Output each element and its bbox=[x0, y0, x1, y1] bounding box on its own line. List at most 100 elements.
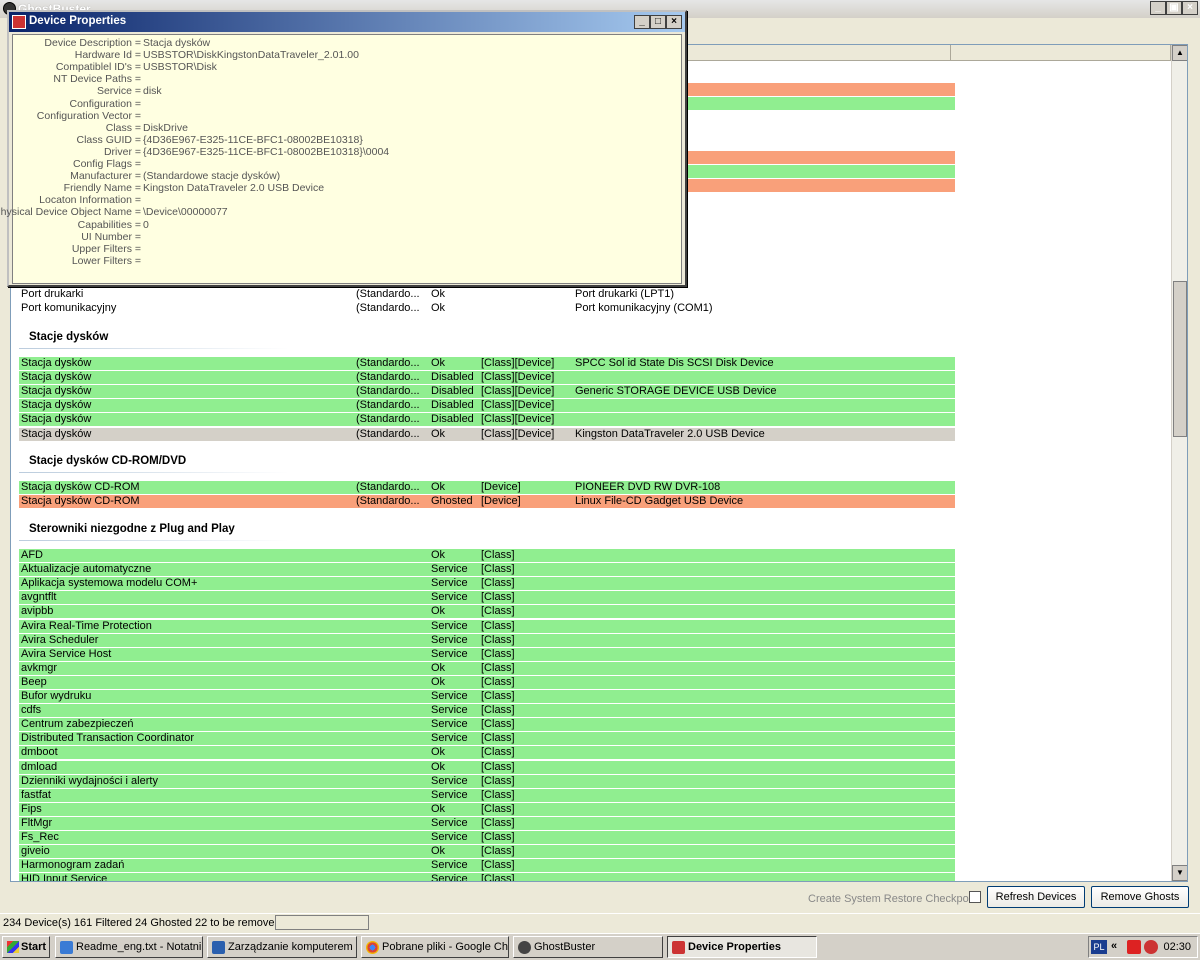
cell-status: Service bbox=[431, 732, 468, 745]
cell-status: Disabled bbox=[431, 399, 474, 412]
restore-checkpoint-checkbox[interactable] bbox=[969, 891, 981, 903]
table-row[interactable]: Stacja dysków (Standardo... Disabled [Class… bbox=[19, 413, 955, 427]
table-row[interactable]: Fips Ok [Class] bbox=[19, 802, 955, 816]
property-key: Configuration Vector = bbox=[36, 109, 141, 122]
cell-status: Service bbox=[431, 690, 468, 702]
cell-name: giveio bbox=[21, 845, 50, 858]
table-row[interactable]: Harmonogram zadań Service [Class] bbox=[19, 859, 955, 873]
language-indicator[interactable]: PL bbox=[1091, 940, 1107, 954]
cell-mfr: (Standardo... bbox=[356, 357, 420, 369]
device-properties-icon bbox=[12, 15, 26, 29]
table-row[interactable]: Aktualizacje automatyczne Service [Class] bbox=[19, 563, 955, 577]
dialog-window-controls: _ □ × bbox=[634, 15, 682, 29]
table-row[interactable]: giveio Ok [Class] bbox=[19, 845, 955, 859]
cell-filter: [Device] bbox=[481, 481, 521, 493]
table-row[interactable]: dmload Ok [Class] bbox=[19, 760, 955, 774]
taskbar-item-device-properties[interactable]: Device Properties bbox=[667, 936, 817, 958]
scroll-up-icon[interactable]: ▲ bbox=[1172, 45, 1187, 61]
table-row[interactable]: avipbb Ok [Class] bbox=[19, 605, 955, 619]
cell-name: AFD bbox=[21, 549, 43, 561]
cell-status: Service bbox=[431, 873, 468, 882]
table-row[interactable]: Aplikacja systemowa modelu COM+ Service [C… bbox=[19, 577, 955, 591]
cell-name: FltMgr bbox=[21, 816, 53, 829]
table-row[interactable]: HID Input Service Service [Class] bbox=[19, 873, 955, 882]
table-row[interactable]: Stacja dysków (Standardo... Disabled [Class… bbox=[19, 385, 955, 399]
cell-name: avipbb bbox=[21, 605, 54, 618]
table-row[interactable]: Centrum zabezpieczeń Service [Class] bbox=[19, 718, 955, 732]
cell-name: Aktualizacje automatyczne bbox=[21, 563, 152, 576]
restore-button[interactable]: ▣ bbox=[1166, 1, 1182, 15]
cell-filter: [Class] bbox=[481, 647, 515, 660]
table-row[interactable]: Avira Real-Time Protection Service [Class] bbox=[19, 619, 955, 633]
taskbar-item-computer-management[interactable]: Zarządzanie komputerem bbox=[207, 936, 357, 958]
remove-ghosts-button[interactable]: Remove Ghosts bbox=[1091, 886, 1189, 908]
cell-filter: [Class] bbox=[481, 816, 515, 829]
cell-status: Disabled bbox=[431, 385, 474, 398]
cell-name: dmboot bbox=[21, 746, 58, 759]
dialog-minimize-button[interactable]: _ bbox=[634, 15, 650, 29]
shield-icon[interactable] bbox=[1144, 940, 1158, 954]
taskbar-item-chrome[interactable]: Pobrane pliki - Google Ch... bbox=[361, 936, 509, 958]
cell-mfr: (Standardo... bbox=[356, 302, 420, 314]
cell-name: Stacja dysków bbox=[21, 399, 92, 412]
property-key: Hardware Id = bbox=[74, 49, 141, 62]
dialog-titlebar[interactable]: Device Properties _ □ × bbox=[9, 12, 685, 32]
table-row[interactable]: Port drukarki (Standardo... Ok Port drukark… bbox=[19, 288, 955, 301]
tray-expand-icon[interactable]: « bbox=[1111, 940, 1117, 952]
table-row[interactable]: cdfs Service [Class] bbox=[19, 704, 955, 718]
table-row[interactable]: Dzienniki wydajności i alerty Service [Cla… bbox=[19, 774, 955, 788]
table-row[interactable]: Avira Scheduler Service [Class] bbox=[19, 633, 955, 647]
minimize-button[interactable]: _ bbox=[1150, 1, 1166, 15]
table-row[interactable]: FltMgr Service [Class] bbox=[19, 816, 955, 830]
table-row[interactable]: Distributed Transaction Coordinator Servi… bbox=[19, 732, 955, 746]
table-row[interactable]: Stacja dysków CD-ROM (Standardo... Ghosted… bbox=[19, 495, 955, 508]
start-button[interactable]: Start bbox=[2, 936, 50, 958]
vertical-scrollbar[interactable]: ▲ ▼ bbox=[1171, 45, 1187, 881]
cell-name: avgntflt bbox=[21, 591, 57, 604]
table-row[interactable]: Port komunikacyjny (Standardo... Ok Port ko… bbox=[19, 302, 955, 315]
cell-name: Bufor wydruku bbox=[21, 690, 92, 702]
column-header[interactable] bbox=[951, 45, 1171, 61]
dialog-maximize-button[interactable]: □ bbox=[650, 15, 666, 29]
cell-filter: [Class][Device] bbox=[481, 427, 555, 440]
table-row[interactable]: Stacja dysków (Standardo... Disabled [Class… bbox=[19, 371, 955, 385]
taskbar-item-ghostbuster[interactable]: GhostBuster bbox=[513, 936, 663, 958]
scroll-down-icon[interactable]: ▼ bbox=[1172, 865, 1187, 881]
status-bar: 234 Device(s) 161 Filtered 24 Ghosted 22… bbox=[0, 913, 1200, 931]
device-properties-dialog[interactable]: Device Properties _ □ × Device Descripti… bbox=[0, 10, 687, 287]
table-row[interactable]: Beep Ok [Class] bbox=[19, 675, 955, 689]
table-row[interactable]: Stacja dysków (Standardo... Ok [Class][Devi… bbox=[19, 357, 955, 370]
table-row[interactable]: avgntflt Service [Class] bbox=[19, 591, 955, 605]
table-row[interactable]: dmboot Ok [Class] bbox=[19, 746, 955, 760]
dialog-close-button[interactable]: × bbox=[666, 15, 682, 29]
table-row[interactable]: fastfat Service [Class] bbox=[19, 788, 955, 802]
cell-filter: [Class] bbox=[481, 718, 515, 731]
cell-status: Ok bbox=[431, 288, 446, 300]
table-row[interactable]: Stacja dysków (Standardo... Ok [Class][Devi… bbox=[19, 427, 955, 441]
table-row[interactable]: Avira Service Host Service [Class] bbox=[19, 647, 955, 661]
cell-name: Fs_Rec bbox=[21, 831, 59, 843]
taskbar-item-label: Readme_eng.txt - Notatnik bbox=[76, 941, 203, 953]
avira-icon[interactable] bbox=[1127, 940, 1141, 954]
refresh-devices-button[interactable]: Refresh Devices bbox=[987, 886, 1085, 908]
table-row[interactable]: Stacja dysków (Standardo... Disabled [Class… bbox=[19, 399, 955, 413]
cell-status: Service bbox=[431, 577, 468, 590]
table-row[interactable]: Bufor wydruku Service [Class] bbox=[19, 690, 955, 703]
window-controls: _ ▣ × bbox=[1150, 1, 1198, 15]
cell-status: Ok bbox=[431, 845, 446, 858]
table-row[interactable]: Fs_Rec Service [Class] bbox=[19, 831, 955, 844]
progress-bar bbox=[275, 915, 369, 930]
restore-checkpoint-label: Create System Restore Checkpoint bbox=[808, 893, 981, 905]
cell-desc: Port drukarki (LPT1) bbox=[575, 288, 675, 300]
table-row[interactable]: Stacja dysków CD-ROM (Standardo... Ok [Devi… bbox=[19, 481, 955, 494]
property-value: 0 bbox=[143, 218, 149, 231]
cell-name: Stacja dysków bbox=[21, 385, 92, 398]
scroll-thumb[interactable] bbox=[1173, 281, 1187, 437]
table-row[interactable]: avkmgr Ok [Class] bbox=[19, 661, 955, 675]
property-key: Physical Device Object Name = bbox=[0, 206, 141, 219]
taskbar-item-notepad[interactable]: Readme_eng.txt - Notatnik bbox=[55, 936, 203, 958]
close-button[interactable]: × bbox=[1182, 1, 1198, 15]
cell-mfr: (Standardo... bbox=[356, 399, 420, 412]
cell-filter: [Class] bbox=[481, 859, 515, 872]
table-row[interactable]: AFD Ok [Class] bbox=[19, 549, 955, 562]
